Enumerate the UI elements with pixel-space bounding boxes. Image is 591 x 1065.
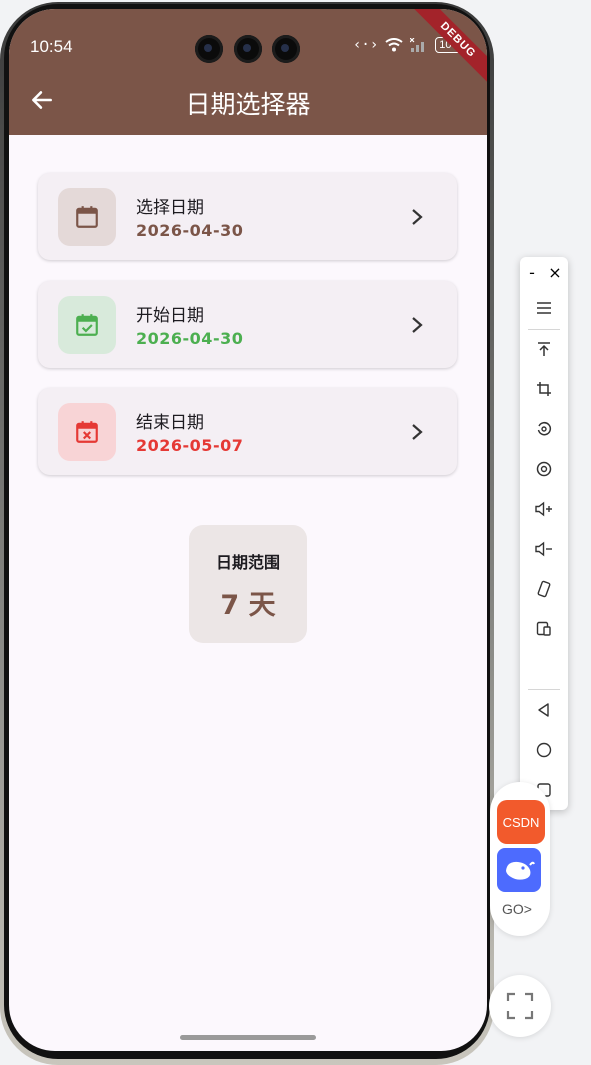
main-content: 选择日期 2026-04-30 开始日期 2026-04-30 结束日期 202 xyxy=(9,135,487,1051)
divider xyxy=(528,689,560,690)
card-label: 选择日期 xyxy=(136,198,204,218)
page-title: 日期选择器 xyxy=(185,90,311,119)
range-value: 7 天 xyxy=(220,590,276,621)
volume-up-icon[interactable] xyxy=(520,494,568,524)
home-indicator[interactable] xyxy=(180,1035,316,1040)
go-link[interactable]: GO> xyxy=(502,901,532,917)
end-date-card[interactable]: 结束日期 2026-05-07 xyxy=(38,388,457,475)
divider xyxy=(528,329,560,330)
signal-icon xyxy=(410,38,425,52)
wifi-icon xyxy=(385,38,403,52)
card-value: 2026-04-30 xyxy=(136,329,244,348)
chevron-right-icon xyxy=(412,209,423,225)
chevron-right-icon xyxy=(412,424,423,440)
calendar-icon xyxy=(58,188,116,246)
back-nav-icon[interactable] xyxy=(520,695,568,725)
start-date-card[interactable]: 开始日期 2026-04-30 xyxy=(38,281,457,368)
nfc-icon: ‹·› xyxy=(353,37,379,53)
card-value: 2026-05-07 xyxy=(136,436,244,455)
minimize-button[interactable]: - xyxy=(520,257,544,287)
phone-screen: 10:54 ‹·› 100 DEBUG 日期选择器 选择日期 2026-04-3 xyxy=(9,9,487,1051)
stage: 10:54 ‹·› 100 DEBUG 日期选择器 选择日期 2026-04-3 xyxy=(0,0,591,1065)
volume-down-icon[interactable] xyxy=(520,534,568,564)
chevron-right-icon xyxy=(412,317,423,333)
screenshot-icon[interactable] xyxy=(520,454,568,484)
camera-icon xyxy=(234,35,262,63)
camera-icon xyxy=(195,35,223,63)
card-label: 开始日期 xyxy=(136,306,204,326)
rotate-icon[interactable] xyxy=(520,414,568,444)
app-bar: 10:54 ‹·› 100 DEBUG 日期选择器 xyxy=(9,9,487,135)
camera-icon xyxy=(272,35,300,63)
card-value: 2026-04-30 xyxy=(136,221,244,240)
menu-icon[interactable] xyxy=(520,293,568,323)
select-date-card[interactable]: 选择日期 2026-04-30 xyxy=(38,173,457,260)
scroll-top-icon[interactable] xyxy=(520,334,568,364)
range-title: 日期范围 xyxy=(215,553,280,572)
date-range-summary: 日期范围 7 天 xyxy=(189,525,307,643)
fullscreen-icon[interactable] xyxy=(489,975,551,1037)
csdn-badge[interactable]: CSDN xyxy=(497,800,545,844)
multi-screen-icon[interactable] xyxy=(520,614,568,644)
home-nav-icon[interactable] xyxy=(520,735,568,765)
close-button[interactable]: × xyxy=(542,257,568,287)
status-time: 10:54 xyxy=(30,37,73,56)
whale-icon[interactable] xyxy=(497,848,541,892)
rotate-device-icon[interactable] xyxy=(520,574,568,604)
crop-icon[interactable] xyxy=(520,374,568,404)
calendar-x-icon xyxy=(58,403,116,461)
calendar-check-icon xyxy=(58,296,116,354)
emulator-toolbar: - × xyxy=(520,257,568,810)
card-label: 结束日期 xyxy=(136,413,204,433)
